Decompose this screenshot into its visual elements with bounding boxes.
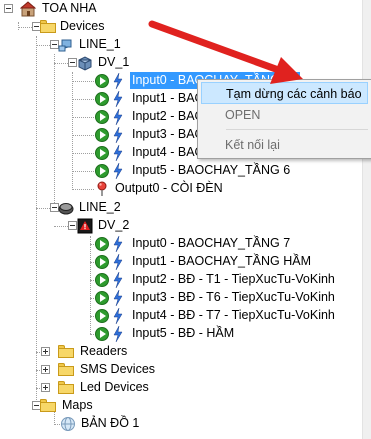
device-box-icon <box>78 56 92 71</box>
globe-icon <box>61 417 75 431</box>
folder-icon <box>40 20 56 33</box>
menu-item-reconnect[interactable]: Kết nối lại <box>201 134 368 156</box>
device-tree[interactable]: TOA NHA Devices LINE_1 DV_1 Input0 - Inp… <box>0 0 362 439</box>
folder-icon <box>58 381 74 394</box>
tree-node-input[interactable]: Input3 - BĐ - T6 - TiepXucTu-VoKinh <box>0 289 360 307</box>
tree-node-label: Led Devices <box>80 380 149 394</box>
tree-node-label: Input4 - BĐ - T7 - TiepXucTu-VoKinh <box>132 308 335 322</box>
lightning-icon <box>113 145 123 161</box>
tree-node-map-1[interactable]: BẢN ĐỒ 1 <box>0 415 160 433</box>
tree-node-root[interactable]: TOA NHA <box>0 0 120 18</box>
tree-node-input[interactable]: Input5 - BĐ - HẦM <box>0 325 260 343</box>
collapse-toggle[interactable] <box>4 4 13 13</box>
lightning-icon <box>113 109 123 125</box>
tree-node-label: Output0 - CÒI ĐÈN <box>115 181 223 195</box>
tree-node-label: LINE_1 <box>79 37 121 51</box>
lightning-icon <box>113 236 123 252</box>
tree-node-label: DV_1 <box>98 55 130 69</box>
folder-icon <box>40 399 56 412</box>
lightning-icon <box>113 272 123 288</box>
expand-toggle[interactable] <box>41 365 50 374</box>
tree-node-label: DV_2 <box>98 218 130 232</box>
tree-node-label: SMS Devices <box>80 362 156 376</box>
vertical-scrollbar[interactable] <box>362 0 371 439</box>
tree-node-label: Maps <box>62 398 93 412</box>
lightning-icon <box>113 326 123 342</box>
menu-separator <box>226 129 368 130</box>
tree-node-line-1[interactable]: LINE_1 <box>0 36 140 54</box>
building-icon <box>20 1 36 17</box>
play-icon <box>95 110 109 124</box>
play-icon <box>95 92 109 106</box>
play-icon <box>95 273 109 287</box>
tree-node-label: Input1 - BAOCHAY_TẦNG HẦM <box>132 254 311 268</box>
router-icon <box>58 203 74 215</box>
siren-pin-icon <box>97 181 107 196</box>
lightning-icon <box>113 127 123 143</box>
lightning-icon <box>113 308 123 324</box>
lightning-icon <box>113 73 123 89</box>
tree-node-output[interactable]: Output0 - CÒI ĐÈN <box>0 180 260 198</box>
menu-item-pause-alerts[interactable]: Tạm dừng các cảnh báo <box>201 82 368 104</box>
play-icon <box>95 291 109 305</box>
tree-node-label: Input0 - BAOCHAY_TẦNG 7 <box>132 236 291 250</box>
tree-node-line-2[interactable]: LINE_2 <box>0 199 140 217</box>
tree-node-label: Input5 - BAOCHAY_TẦNG 6 <box>132 163 291 177</box>
tree-node-devices[interactable]: Devices <box>0 18 140 36</box>
lightning-icon <box>113 163 123 179</box>
expand-toggle[interactable] <box>41 383 50 392</box>
expand-toggle[interactable] <box>41 347 50 356</box>
collapse-toggle[interactable] <box>68 58 77 67</box>
play-icon <box>95 309 109 323</box>
tree-node-sms-devices[interactable]: SMS Devices <box>0 361 170 379</box>
play-icon <box>95 146 109 160</box>
play-icon <box>95 255 109 269</box>
play-icon <box>95 164 109 178</box>
play-icon <box>95 128 109 142</box>
network-icon <box>58 39 72 52</box>
tree-node-input[interactable]: Input4 - BĐ - T7 - TiepXucTu-VoKinh <box>0 307 360 325</box>
tree-node-readers[interactable]: Readers <box>0 343 140 361</box>
menu-item-open[interactable]: OPEN <box>201 104 368 126</box>
tree-node-label: Input5 - BĐ - HẦM <box>132 326 235 340</box>
lightning-icon <box>113 290 123 306</box>
tree-node-label: Input3 - BĐ - T6 - TiepXucTu-VoKinh <box>132 290 335 304</box>
tree-node-input[interactable]: Input5 - BAOCHAY_TẦNG 6 <box>0 162 300 180</box>
tree-node-dv-1[interactable]: DV_1 <box>0 54 140 72</box>
tree-node-input[interactable]: Input1 - BAOCHAY_TẦNG HẦM <box>0 253 340 271</box>
tree-node-maps[interactable]: Maps <box>0 397 140 415</box>
tree-node-label: LINE_2 <box>79 200 121 214</box>
tree-node-led-devices[interactable]: Led Devices <box>0 379 170 397</box>
collapse-toggle[interactable] <box>68 221 77 230</box>
tree-node-label: Input2 - BĐ - T1 - TiepXucTu-VoKinh <box>132 272 335 286</box>
folder-icon <box>58 363 74 376</box>
folder-icon <box>58 345 74 358</box>
play-icon <box>95 327 109 341</box>
tree-node-dv-2[interactable]: DV_2 <box>0 217 140 235</box>
tree-node-label: BẢN ĐỒ 1 <box>81 416 140 430</box>
tree-node-input[interactable]: Input0 - BAOCHAY_TẦNG 7 <box>0 235 340 253</box>
tree-node-label: Devices <box>60 19 105 33</box>
play-icon <box>95 237 109 251</box>
alarm-device-icon <box>77 218 93 234</box>
tree-node-label: Readers <box>80 344 128 358</box>
tree-node-label: TOA NHA <box>42 1 97 15</box>
tree-node-input[interactable]: Input2 - BĐ - T1 - TiepXucTu-VoKinh <box>0 271 360 289</box>
play-icon <box>95 74 109 88</box>
context-menu: Tạm dừng các cảnh báo OPEN Kết nối lại <box>197 79 371 159</box>
lightning-icon <box>113 91 123 107</box>
lightning-icon <box>113 254 123 270</box>
